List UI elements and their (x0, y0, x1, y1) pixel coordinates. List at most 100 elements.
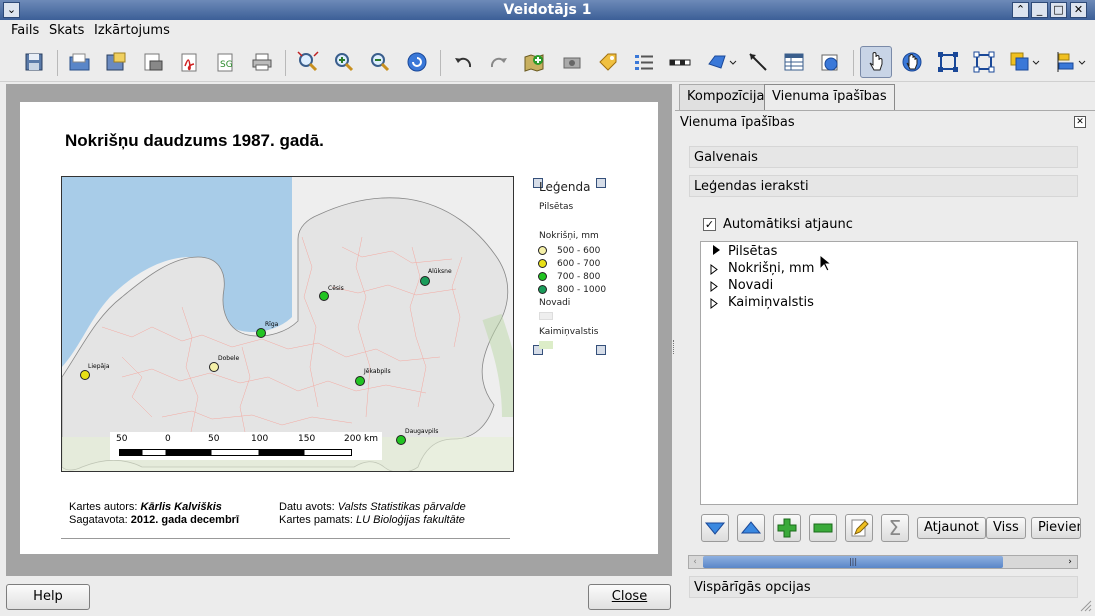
scalebar-label: 100 (251, 434, 269, 444)
help-button[interactable]: Help (6, 584, 90, 610)
add-arrow-icon[interactable] (746, 50, 770, 74)
add-item-button[interactable] (773, 514, 801, 542)
add-map-icon[interactable] (523, 50, 547, 74)
footer-author[interactable]: Kartes autors: Kārlis Kalviškis (69, 501, 222, 513)
tab-composition[interactable]: Kompozīcija (679, 84, 773, 110)
window-menu-button[interactable]: ⌄ (3, 2, 20, 18)
group-icon[interactable] (936, 50, 960, 74)
footer-value: 2012. gada decembrī (130, 514, 240, 526)
footer-value: Valsts Statistikas pārvalde (337, 501, 466, 513)
add-group-button[interactable]: Pievien (1031, 517, 1081, 539)
pencil-icon (851, 519, 869, 537)
select-move-icon[interactable] (860, 46, 892, 78)
move-content-icon[interactable] (900, 50, 924, 74)
footer-label: Sagatavota: (69, 514, 128, 526)
auto-update-label: Automātiksi atjaunc (723, 217, 853, 232)
footer-base[interactable]: Kartes pamats: LU Bioloģijas fakultāte (279, 514, 465, 526)
move-up-button[interactable] (737, 514, 765, 542)
section-general-options[interactable]: Vispārīgās opcijas (689, 576, 1078, 598)
tab-item-properties[interactable]: Vienuma īpašības (764, 84, 895, 111)
svg-text:SG: SG (220, 60, 233, 70)
legend-class-label: 600 - 700 (557, 259, 601, 269)
footer-label: Kartes pamats: (279, 514, 353, 526)
open-template-icon[interactable] (68, 50, 92, 74)
scalebar-bar (119, 449, 352, 456)
tree-node-cities[interactable]: Pilsētas (713, 244, 777, 259)
add-legend-icon[interactable] (632, 50, 656, 74)
edit-item-button[interactable] (845, 514, 873, 542)
expand-icon[interactable] (713, 245, 720, 255)
tree-node-municipalities[interactable]: Novadi (713, 278, 773, 293)
remove-item-button[interactable] (809, 514, 837, 542)
save-template-icon[interactable] (104, 50, 128, 74)
redo-icon[interactable] (487, 50, 511, 74)
menu-bar: Fails Skats Izkārtojums (0, 20, 1095, 42)
map-item[interactable] (61, 176, 514, 472)
tree-node-neighbours[interactable]: Kaimiņvalstis (713, 295, 814, 310)
ungroup-icon[interactable] (972, 50, 996, 74)
export-svg-icon[interactable]: SG (213, 50, 237, 74)
scalebar-label: 200 km (344, 434, 379, 444)
scroll-left-icon[interactable]: ‹ (689, 556, 701, 568)
close-button[interactable]: Close (588, 584, 671, 610)
legend-class-label: 500 - 600 (557, 246, 601, 256)
scalebar[interactable]: 50 0 50 100 150 200 km (110, 432, 382, 460)
close-panel-icon[interactable]: ✕ (1074, 116, 1086, 128)
legend-group-precip: Nokrišņi, mm (539, 231, 599, 241)
add-shape-icon[interactable] (707, 50, 737, 74)
print-icon[interactable] (250, 50, 274, 74)
resize-handle[interactable] (596, 178, 606, 188)
refresh-icon[interactable] (405, 50, 429, 74)
save-icon[interactable] (22, 50, 46, 74)
legend-title[interactable]: Leģenda (539, 180, 590, 194)
city-marker-dobele (209, 362, 219, 372)
count-features-button[interactable]: Σ (881, 514, 909, 542)
city-marker-jekabpils (355, 376, 365, 386)
minus-icon (813, 523, 833, 533)
section-main[interactable]: Galvenais (689, 146, 1078, 168)
add-scalebar-icon[interactable] (668, 50, 692, 74)
scrollbar-thumb[interactable]: ||| (703, 556, 1003, 568)
minimize-button[interactable]: _ (1031, 2, 1048, 18)
section-legend-items[interactable]: Leģendas ieraksti (689, 175, 1078, 197)
raise-icon[interactable] (1009, 50, 1041, 74)
resize-handle[interactable] (596, 345, 606, 355)
footer-divider (61, 538, 510, 539)
zoom-in-icon[interactable] (332, 50, 356, 74)
align-icon[interactable] (1055, 50, 1087, 74)
arrow-down-icon (704, 522, 726, 535)
footer-source[interactable]: Datu avots: Valsts Statistikas pārvalde (279, 501, 466, 513)
tree-node-label: Pilsētas (728, 244, 778, 259)
city-label: Daugavpils (405, 428, 439, 435)
city-label: Rīga (265, 321, 279, 328)
scroll-right-icon[interactable]: › (1064, 556, 1076, 568)
add-html-icon[interactable] (818, 50, 842, 74)
legend-tree[interactable]: Pilsētas Nokrišņi, mm Novadi Kaimiņvalst… (700, 241, 1078, 505)
maximize-button[interactable]: □ (1050, 2, 1067, 18)
menu-file[interactable]: Fails (11, 23, 39, 38)
move-down-button[interactable] (701, 514, 729, 542)
auto-update-checkbox[interactable]: ✓ (703, 218, 716, 231)
tree-node-label: Novadi (728, 278, 774, 293)
undo-icon[interactable] (451, 50, 475, 74)
zoom-out-icon[interactable] (368, 50, 392, 74)
window-shade-button[interactable]: ⌃ (1012, 2, 1029, 18)
tree-node-precip[interactable]: Nokrišņi, mm (713, 261, 814, 276)
footer-prepared[interactable]: Sagatavota: 2012. gada decembrī (69, 514, 239, 526)
close-window-button[interactable]: ✕ (1070, 2, 1087, 18)
sigma-icon: Σ (888, 516, 902, 540)
all-button[interactable]: Viss (986, 517, 1026, 539)
export-image-icon[interactable] (141, 50, 165, 74)
menu-view[interactable]: Skats (49, 23, 84, 38)
map-title[interactable]: Nokrišņu daudzums 1987. gadā. (65, 131, 324, 151)
add-label-icon[interactable] (596, 50, 620, 74)
horizontal-scrollbar[interactable]: ‹ ||| › (688, 555, 1078, 569)
add-table-icon[interactable] (782, 50, 806, 74)
update-button[interactable]: Atjaunot (917, 517, 986, 539)
panel-header: Vienuma īpašības (680, 115, 795, 130)
add-image-icon[interactable] (560, 50, 584, 74)
menu-layout[interactable]: Izkārtojums (94, 23, 170, 38)
zoom-full-icon[interactable] (296, 50, 320, 74)
resize-grip-icon[interactable] (1078, 598, 1092, 612)
export-pdf-icon[interactable] (177, 50, 201, 74)
